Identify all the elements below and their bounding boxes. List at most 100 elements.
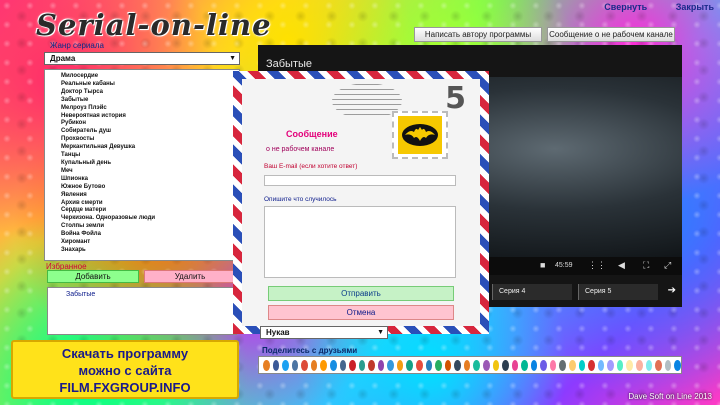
write-author-button[interactable]: Написать автору программы bbox=[414, 27, 542, 42]
promo-line-2: можно с сайта bbox=[78, 363, 172, 378]
series-item[interactable]: Реальные кабаны bbox=[61, 81, 239, 89]
series-item[interactable]: Южное Бутово bbox=[61, 184, 239, 192]
share-service-icon[interactable] bbox=[540, 359, 547, 371]
share-label: Поделитесь с друзьями bbox=[262, 346, 358, 355]
series-item[interactable]: Война Фойла bbox=[61, 231, 239, 239]
episode-5-button[interactable]: Серия 5 bbox=[578, 284, 658, 300]
series-item[interactable]: Забытые bbox=[61, 97, 239, 105]
series-item[interactable]: Сердце матери bbox=[61, 207, 239, 215]
dialog-subtitle: о не рабочем канале bbox=[266, 146, 335, 153]
share-service-icon[interactable] bbox=[492, 359, 500, 371]
series-item[interactable]: Собиратель душ bbox=[61, 128, 239, 136]
share-service-icon[interactable] bbox=[635, 359, 643, 371]
share-service-icon[interactable] bbox=[358, 359, 366, 371]
window-controls: Свернуть Закрыть bbox=[578, 2, 714, 12]
share-service-icon[interactable] bbox=[674, 359, 681, 371]
cancel-button[interactable]: Отмена bbox=[268, 305, 454, 320]
stamp-number: 5 bbox=[445, 81, 466, 116]
series-item[interactable]: Меч bbox=[61, 168, 239, 176]
series-item[interactable]: Черкизона. Одноразовые люди bbox=[61, 215, 239, 223]
series-item[interactable]: Архив смерти bbox=[61, 200, 239, 208]
share-service-icon[interactable] bbox=[444, 359, 452, 371]
minimize-link[interactable]: Свернуть bbox=[604, 2, 647, 12]
send-button[interactable]: Отправить bbox=[268, 286, 454, 301]
settings-icon[interactable]: ⋮⋮ bbox=[588, 260, 606, 271]
series-item[interactable]: Прохвосты bbox=[61, 136, 239, 144]
share-service-icon[interactable] bbox=[521, 359, 528, 371]
genre-select[interactable]: Драма ▼ bbox=[44, 52, 240, 65]
share-service-icon[interactable] bbox=[310, 359, 318, 371]
share-service-icon[interactable] bbox=[301, 359, 308, 371]
volume-icon[interactable]: ◀ bbox=[618, 260, 625, 271]
share-service-icon[interactable] bbox=[406, 359, 413, 371]
share-service-icon[interactable] bbox=[578, 359, 586, 371]
share-service-icon[interactable] bbox=[425, 359, 433, 371]
fullscreen-icon[interactable]: ⛶ bbox=[643, 260, 649, 271]
share-service-icon[interactable] bbox=[588, 359, 595, 371]
share-service-icon[interactable] bbox=[339, 359, 347, 371]
series-list[interactable]: Милосердие Реальные кабаны Доктор Тырса Заб… bbox=[44, 69, 240, 261]
promo-line-1: Скачать программу bbox=[61, 346, 189, 361]
share-service-icon[interactable] bbox=[272, 359, 280, 371]
share-service-icon[interactable] bbox=[349, 359, 356, 371]
report-broken-button[interactable]: Сообщение о не рабочем канале bbox=[547, 27, 675, 42]
share-service-icon[interactable] bbox=[291, 359, 299, 371]
series-item[interactable]: Знахарь bbox=[61, 247, 239, 255]
promo-banner: Скачать программу можно с сайта FILM.FXG… bbox=[11, 340, 239, 399]
share-service-icon[interactable] bbox=[607, 359, 614, 371]
expand-icon[interactable]: ⤢ bbox=[664, 260, 671, 271]
stop-icon[interactable]: ■ bbox=[540, 260, 545, 270]
close-link[interactable]: Закрыть bbox=[676, 2, 714, 12]
genre-value: Драма bbox=[50, 54, 76, 63]
share-service-icon[interactable] bbox=[377, 359, 385, 371]
share-service-icon[interactable] bbox=[549, 359, 557, 371]
series-item[interactable]: Мелроуз Плэйс bbox=[61, 105, 239, 113]
share-service-icon[interactable] bbox=[645, 359, 653, 371]
share-service-icon[interactable] bbox=[597, 359, 605, 371]
share-service-icon[interactable] bbox=[530, 359, 538, 371]
share-service-icon[interactable] bbox=[282, 359, 289, 371]
favorites-list[interactable]: Забытые bbox=[47, 287, 237, 335]
series-item[interactable]: Явления bbox=[61, 192, 239, 200]
add-favorite-button[interactable]: Добавить bbox=[47, 270, 139, 283]
share-service-icon[interactable] bbox=[463, 359, 471, 371]
share-bar bbox=[258, 356, 682, 374]
share-service-icon[interactable] bbox=[569, 359, 576, 371]
quality-select[interactable]: Нукав ▼ bbox=[260, 326, 388, 339]
series-item[interactable]: Хиромант bbox=[61, 239, 239, 247]
share-service-icon[interactable] bbox=[320, 359, 327, 371]
series-item[interactable]: Милосердие bbox=[61, 73, 239, 81]
share-service-icon[interactable] bbox=[482, 359, 490, 371]
share-service-icon[interactable] bbox=[616, 359, 624, 371]
share-service-icon[interactable] bbox=[664, 359, 672, 371]
favorite-item[interactable]: Забытые bbox=[66, 291, 236, 298]
share-service-icon[interactable] bbox=[329, 359, 337, 371]
report-dialog: 5 Сообщение о не рабочем канале Ваш E-ma… bbox=[233, 71, 489, 334]
share-service-icon[interactable] bbox=[368, 359, 375, 371]
series-item[interactable]: Невероятная история bbox=[61, 113, 239, 121]
next-episode-icon[interactable]: ➔ bbox=[668, 285, 676, 296]
series-item[interactable]: Доктор Тырса bbox=[61, 89, 239, 97]
series-item[interactable]: Танцы bbox=[61, 152, 239, 160]
share-service-icon[interactable] bbox=[396, 359, 404, 371]
share-service-icon[interactable] bbox=[655, 359, 662, 371]
share-service-icon[interactable] bbox=[435, 359, 442, 371]
share-service-icon[interactable] bbox=[502, 359, 509, 371]
share-service-icon[interactable] bbox=[511, 359, 519, 371]
share-service-icon[interactable] bbox=[416, 359, 423, 371]
share-service-icon[interactable] bbox=[473, 359, 480, 371]
series-item[interactable]: Меркантильная Девушка bbox=[61, 144, 239, 152]
share-service-icon[interactable] bbox=[626, 359, 633, 371]
email-field[interactable] bbox=[264, 175, 456, 186]
description-textarea[interactable] bbox=[264, 206, 456, 278]
series-item[interactable]: Столпы земли bbox=[61, 223, 239, 231]
share-service-icon[interactable] bbox=[559, 359, 566, 371]
delete-favorite-button[interactable]: Удалить bbox=[144, 270, 236, 283]
series-item[interactable]: Купальный день bbox=[61, 160, 239, 168]
share-service-icon[interactable] bbox=[454, 359, 461, 371]
share-service-icon[interactable] bbox=[263, 359, 270, 371]
series-item[interactable]: Шпионка bbox=[61, 176, 239, 184]
episode-4-button[interactable]: Серия 4 bbox=[492, 284, 572, 300]
player-title: Забытые bbox=[266, 58, 313, 70]
share-service-icon[interactable] bbox=[387, 359, 394, 371]
